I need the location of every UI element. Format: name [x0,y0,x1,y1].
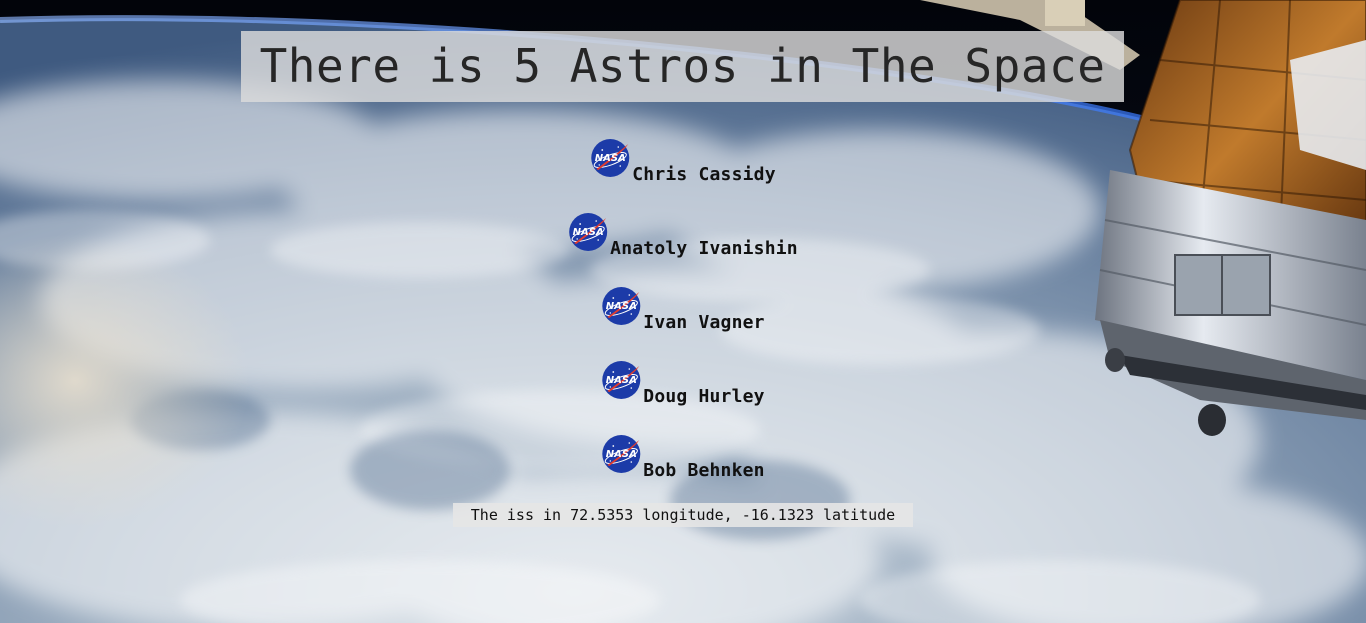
astronaut-name: Doug Hurley [643,386,765,407]
svg-text:NASA: NASA [606,375,637,386]
svg-text:NASA: NASA [606,449,637,460]
nasa-logo-icon: NASA [602,287,641,325]
nasa-logo-icon: NASA [602,361,641,399]
astronaut-name: Ivan Vagner [643,312,765,333]
svg-text:NASA: NASA [595,153,626,164]
svg-text:NASA: NASA [573,227,604,238]
nasa-logo-icon: NASA [591,139,630,177]
astronaut-list: NASA Chris Cassidy NASA Anatoly Ivanishi… [0,138,1366,508]
astronaut-name: Chris Cassidy [632,164,776,185]
svg-text:NASA: NASA [606,301,637,312]
astronaut-item: NASA Ivan Vagner [0,286,1366,360]
astronaut-name: Bob Behnken [643,460,765,481]
astronaut-item: NASA Anatoly Ivanishin [0,212,1366,286]
astronaut-item: NASA Doug Hurley [0,360,1366,434]
nasa-logo-icon: NASA [569,213,608,251]
page-title: There is 5 Astros in The Space [241,31,1124,102]
astronaut-item: NASA Bob Behnken [0,434,1366,508]
nasa-logo-icon: NASA [602,435,641,473]
astronaut-name: Anatoly Ivanishin [610,238,798,259]
iss-position-text: The iss in 72.5353 longitude, -16.1323 l… [453,503,913,527]
astronaut-item: NASA Chris Cassidy [0,138,1366,212]
